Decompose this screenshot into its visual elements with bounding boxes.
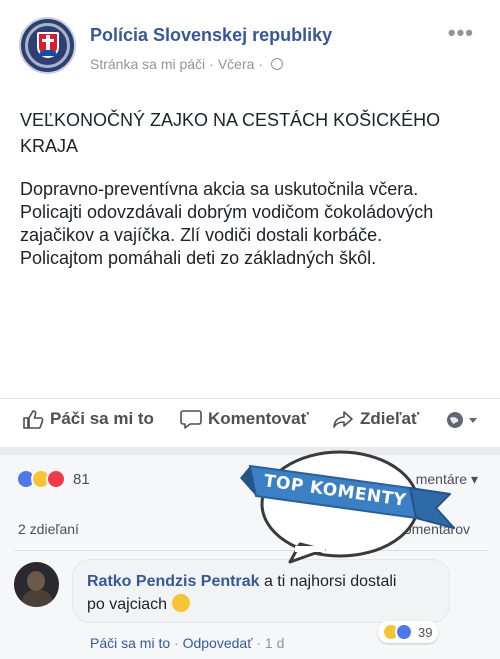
thumbs-up-icon	[23, 410, 44, 429]
globe-icon	[271, 58, 284, 70]
comment-reactions[interactable]: 39	[378, 621, 439, 643]
post-body-line: zajačikov a vajíčka. Zlí vodiči dostali …	[20, 225, 383, 245]
commenter-avatar[interactable]	[14, 562, 59, 607]
comment-reaction-count: 39	[418, 624, 433, 640]
share-label: Zdieľať	[360, 409, 420, 428]
crest-hills	[39, 50, 57, 56]
post-body-line: Policajti odovzdávali dobrým vodičom čok…	[20, 202, 434, 222]
comment-reply-link[interactable]: Odpovedať	[183, 635, 253, 651]
share-arrow-icon	[333, 411, 353, 428]
comment-like-link[interactable]: Páči sa mi to	[90, 635, 170, 651]
meta-separator: ·	[209, 56, 214, 72]
page-avatar[interactable]	[19, 17, 76, 74]
like-button[interactable]: Páči sa mi to	[22, 409, 154, 429]
post-body-line: Dopravno-preventívna akcia sa uskutočnil…	[20, 179, 419, 199]
post-header: Polícia Slovenskej republiky Stránka sa …	[0, 0, 500, 90]
post-body: Dopravno-preventívna akcia sa uskutočnil…	[20, 178, 495, 270]
love-reaction-icon	[46, 469, 66, 489]
meta-separator: ·	[174, 635, 179, 651]
like-label: Páči sa mi to	[50, 409, 154, 428]
post-body-line: Policajtom pomáhali deti zo základných š…	[20, 248, 377, 268]
comment-text: po vajciach	[87, 596, 168, 613]
laughing-emoji-icon	[171, 594, 190, 612]
comment-button[interactable]: Komentovať	[180, 409, 309, 429]
meta-separator: ·	[258, 56, 264, 72]
reaction-summary[interactable]: 81	[16, 469, 90, 489]
avatar-face	[27, 571, 45, 591]
audience-selector[interactable]	[445, 410, 479, 430]
post-action-bar: Páči sa mi to Komentovať Zdieľať	[0, 398, 500, 440]
avatar-body	[22, 590, 52, 607]
liked-page-label[interactable]: Stránka sa mi páči	[90, 56, 205, 72]
post-meta: Stránka sa mi páči · Včera ·	[90, 56, 284, 72]
like-reaction-icon	[395, 623, 413, 641]
globe-dropdown-icon	[447, 412, 477, 428]
crest-crossbar	[42, 39, 54, 42]
more-options-icon[interactable]: •••	[448, 20, 474, 46]
crest-cross	[46, 35, 50, 50]
share-button[interactable]: Zdieľať	[332, 409, 419, 429]
comment-timestamp[interactable]: 1 d	[265, 635, 284, 651]
comment-label: Komentovať	[208, 409, 309, 428]
comment-bubble: Ratko Pendzis Pentrak a ti najhorsi dost…	[72, 559, 450, 623]
comment-meta: Páči sa mi to · Odpovedať · 1 d	[90, 635, 284, 651]
post-title: VEĽKONOČNÝ ZAJKO NA CESTÁCH KOŠICKÉHO KR…	[20, 110, 441, 156]
comment-icon	[180, 410, 202, 429]
comment-text: a ti najhorsi dostali	[263, 573, 397, 590]
meta-separator: ·	[256, 635, 262, 651]
page-name-link[interactable]: Polícia Slovenskej republiky	[90, 25, 332, 46]
post-timestamp[interactable]: Včera	[218, 56, 255, 72]
comment-author-link[interactable]: Ratko Pendzis Pentrak	[87, 573, 260, 590]
shares-count[interactable]: 2 zdieľaní	[18, 521, 79, 537]
reaction-count: 81	[73, 470, 90, 488]
